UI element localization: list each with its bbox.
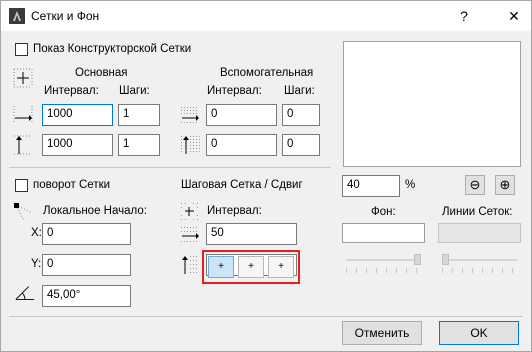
origin-x-input[interactable]: 0 <box>42 223 131 245</box>
snap-mode-corner-button[interactable]: + <box>268 256 294 278</box>
help-button[interactable]: ? <box>453 5 475 27</box>
secondary-y-steps-input[interactable]: 0 <box>282 134 320 156</box>
secondary-vertical-spacing-icon <box>181 136 200 154</box>
main-x-steps-input[interactable]: 1 <box>118 104 160 126</box>
background-slider-ticks <box>346 268 422 273</box>
grid-origin-icon <box>13 68 33 88</box>
main-grid-header: Основная <box>75 67 128 79</box>
show-construction-grid-label: Показ Конструкторской Сетки <box>33 43 192 55</box>
secondary-steps-label: Шаги: <box>284 85 315 97</box>
local-origin-label: Локальное Начало: <box>43 205 147 217</box>
snap-vertical-spacing-icon <box>182 256 197 274</box>
zoom-unit-label: % <box>405 179 416 191</box>
main-x-interval-input[interactable]: 1000 <box>42 104 113 126</box>
app-icon <box>9 8 25 24</box>
secondary-grid-header: Вспомогательная <box>220 67 314 79</box>
secondary-x-steps-input[interactable]: 0 <box>282 104 320 126</box>
window-title: Сетки и Фон <box>31 9 100 23</box>
background-slider-track <box>346 259 421 261</box>
origin-y-label: Y: <box>31 258 42 270</box>
origin-y-input[interactable]: 0 <box>42 254 131 276</box>
grid-lines-slider-thumb[interactable] <box>442 254 449 265</box>
snap-grid-icon <box>181 203 198 220</box>
section-divider <box>9 167 331 168</box>
snap-mode-group: + + + <box>202 250 300 284</box>
vertical-spacing-icon <box>14 135 32 155</box>
origin-x-label: X: <box>31 227 42 239</box>
grid-lines-slider-ticks <box>442 268 518 273</box>
main-steps-label: Шаги: <box>119 85 150 97</box>
secondary-horizontal-spacing-icon <box>181 107 199 123</box>
zoom-in-icon[interactable]: ⊕ <box>495 175 515 195</box>
ok-button[interactable]: OK <box>439 321 519 345</box>
rotate-grid-label: поворот Сетки <box>33 179 111 191</box>
show-construction-grid-checkbox[interactable] <box>15 43 28 56</box>
background-color-swatch[interactable] <box>342 223 425 243</box>
snap-mode-center-button[interactable]: + <box>208 256 234 278</box>
snap-mode-offset-button[interactable]: + <box>238 256 264 278</box>
grid-lines-slider-track <box>442 259 517 261</box>
title-bar: Сетки и Фон ? ✕ <box>1 1 531 31</box>
snap-interval-label: Интервал: <box>207 205 262 217</box>
main-y-interval-input[interactable]: 1000 <box>42 134 113 156</box>
snap-x-interval-input[interactable]: 50 <box>206 223 297 245</box>
zoom-out-icon[interactable]: ⊖ <box>465 175 485 195</box>
secondary-y-interval-input[interactable]: 0 <box>206 134 277 156</box>
grids-and-background-dialog: Сетки и Фон ? ✕ Показ Конструкторской Се… <box>0 0 532 352</box>
secondary-interval-label: Интервал: <box>207 85 262 97</box>
horizontal-spacing-icon <box>13 106 33 124</box>
snap-grid-header: Шаговая Сетка / Сдвиг <box>181 179 303 191</box>
rotation-angle-icon <box>15 286 35 300</box>
close-button[interactable]: ✕ <box>503 5 525 27</box>
grid-lines-label: Линии Сеток: <box>442 206 513 218</box>
local-origin-icon <box>14 203 33 222</box>
footer-divider <box>9 316 523 317</box>
cancel-button[interactable]: Отменить <box>342 321 422 345</box>
background-label: Фон: <box>371 206 396 218</box>
rotation-angle-input[interactable]: 45,00° <box>42 285 131 307</box>
main-interval-label: Интервал: <box>44 85 99 97</box>
zoom-input[interactable]: 40 <box>342 175 400 197</box>
secondary-x-interval-input[interactable]: 0 <box>206 104 277 126</box>
background-slider-thumb[interactable] <box>414 254 421 265</box>
main-y-steps-input[interactable]: 1 <box>118 134 160 156</box>
rotate-grid-checkbox[interactable] <box>15 179 28 192</box>
snap-horizontal-spacing-icon <box>181 227 199 242</box>
grid-preview <box>343 41 521 167</box>
grid-lines-color-swatch[interactable] <box>438 223 521 243</box>
